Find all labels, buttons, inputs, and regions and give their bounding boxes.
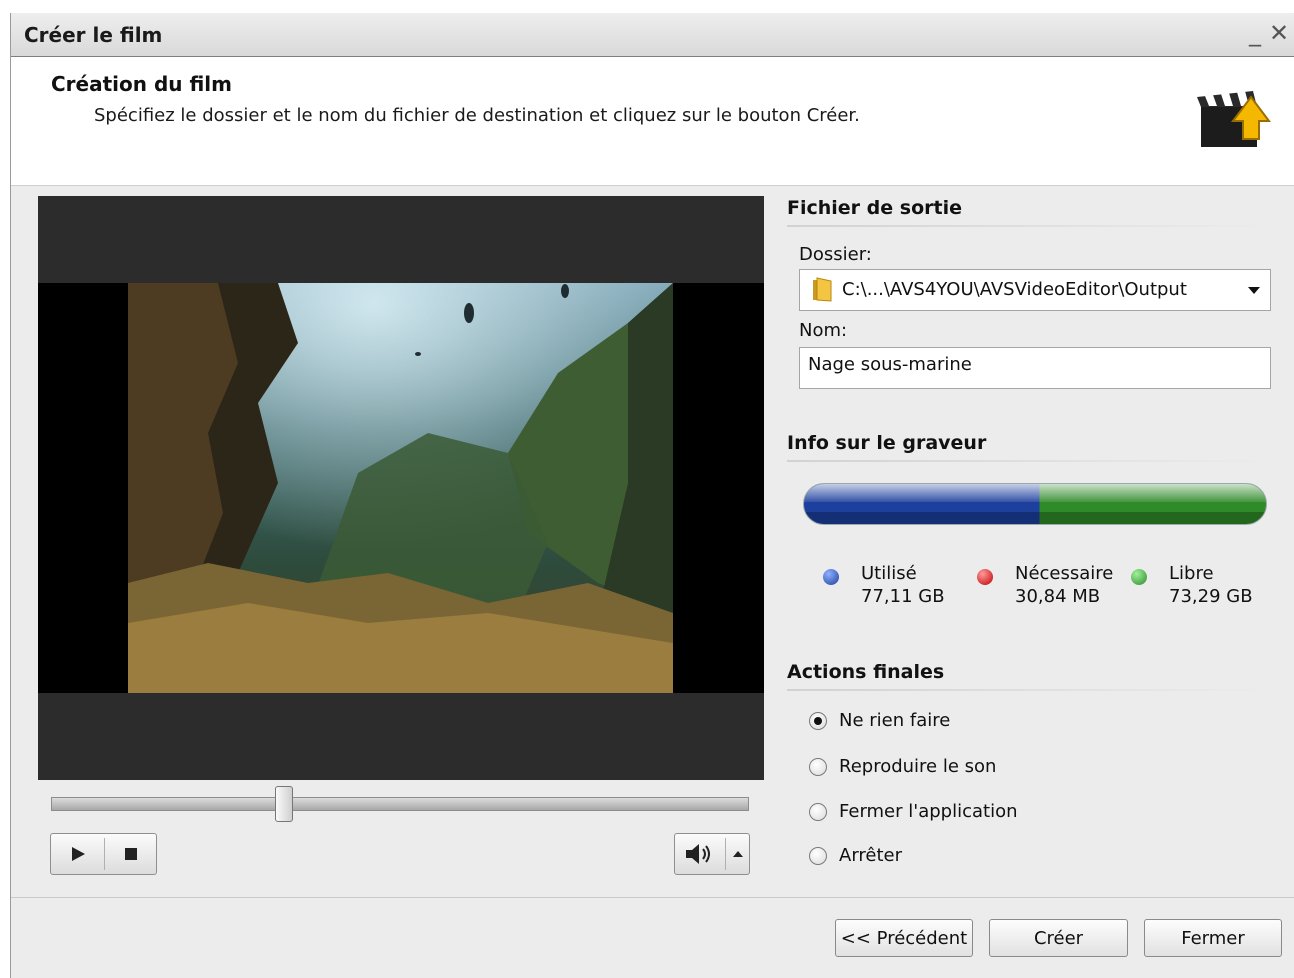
close-button[interactable]: Fermer	[1144, 919, 1282, 957]
output-section-title: Fichier de sortie	[787, 197, 962, 219]
chevron-down-icon[interactable]	[1248, 287, 1260, 294]
folder-select[interactable]: C:\...\AVS4YOU\AVSVideoEditor\Output	[799, 269, 1271, 311]
radio-button[interactable]	[809, 803, 827, 821]
stop-icon	[124, 848, 137, 860]
speaker-icon	[686, 844, 710, 864]
section-divider	[787, 225, 1273, 227]
video-preview	[38, 196, 764, 780]
free-dot-icon	[1131, 569, 1147, 585]
radio-button[interactable]	[809, 712, 827, 730]
title-bar: Créer le film _ ✕	[11, 13, 1294, 57]
used-dot-icon	[823, 569, 839, 585]
free-label: Libre	[1169, 563, 1214, 584]
folder-label: Dossier:	[799, 244, 872, 265]
volume-controls	[674, 833, 750, 875]
wizard-header: Création du film Spécifiez le dossier et…	[11, 57, 1294, 186]
section-divider	[787, 460, 1273, 462]
create-button[interactable]: Créer	[989, 919, 1128, 957]
section-divider	[787, 689, 1273, 691]
radio-button[interactable]	[809, 758, 827, 776]
triangle-up-icon	[732, 851, 743, 857]
seek-thumb[interactable]	[275, 786, 294, 822]
required-value: 30,84 MB	[1015, 586, 1101, 607]
used-value: 77,11 GB	[861, 586, 945, 607]
disk-section-title: Info sur le graveur	[787, 432, 987, 454]
create-movie-dialog: Créer le film _ ✕ Création du film Spéci…	[10, 13, 1294, 978]
free-value: 73,29 GB	[1169, 586, 1253, 607]
footer-divider	[11, 897, 1294, 898]
final-actions-title: Actions finales	[787, 661, 945, 683]
back-button[interactable]: << Précédent	[835, 919, 973, 957]
radio-label: Ne rien faire	[839, 710, 951, 731]
name-label: Nom:	[799, 320, 848, 341]
header-title: Création du film	[51, 72, 232, 96]
radio-label: Arrêter	[839, 845, 903, 866]
folder-icon	[813, 277, 832, 302]
file-name-input[interactable]: Nage sous-marine	[799, 347, 1271, 389]
underwater-scene-image	[128, 283, 673, 693]
minimize-icon[interactable]: _	[1249, 19, 1261, 47]
volume-menu-button[interactable]	[726, 834, 749, 874]
folder-path: C:\...\AVS4YOU\AVSVideoEditor\Output	[842, 279, 1187, 300]
disk-usage-bar	[803, 483, 1267, 525]
radio-label: Reproduire le son	[839, 756, 997, 777]
film-clapper-export-icon	[1197, 91, 1271, 147]
header-subtitle: Spécifiez le dossier et le nom du fichie…	[94, 105, 860, 126]
play-icon	[71, 847, 85, 861]
seek-bar[interactable]	[51, 797, 749, 811]
volume-button[interactable]	[675, 834, 725, 874]
video-frame	[38, 283, 764, 693]
radio-label: Fermer l'application	[839, 801, 1018, 822]
stop-button[interactable]	[105, 834, 156, 874]
required-dot-icon	[977, 569, 993, 585]
radio-button[interactable]	[809, 847, 827, 865]
required-label: Nécessaire	[1015, 563, 1114, 584]
playback-controls	[50, 833, 157, 875]
close-icon[interactable]: ✕	[1269, 19, 1289, 47]
file-name-value: Nage sous-marine	[808, 354, 972, 375]
window-title: Créer le film	[24, 23, 163, 47]
play-button[interactable]	[51, 834, 104, 874]
used-label: Utilisé	[861, 563, 917, 584]
